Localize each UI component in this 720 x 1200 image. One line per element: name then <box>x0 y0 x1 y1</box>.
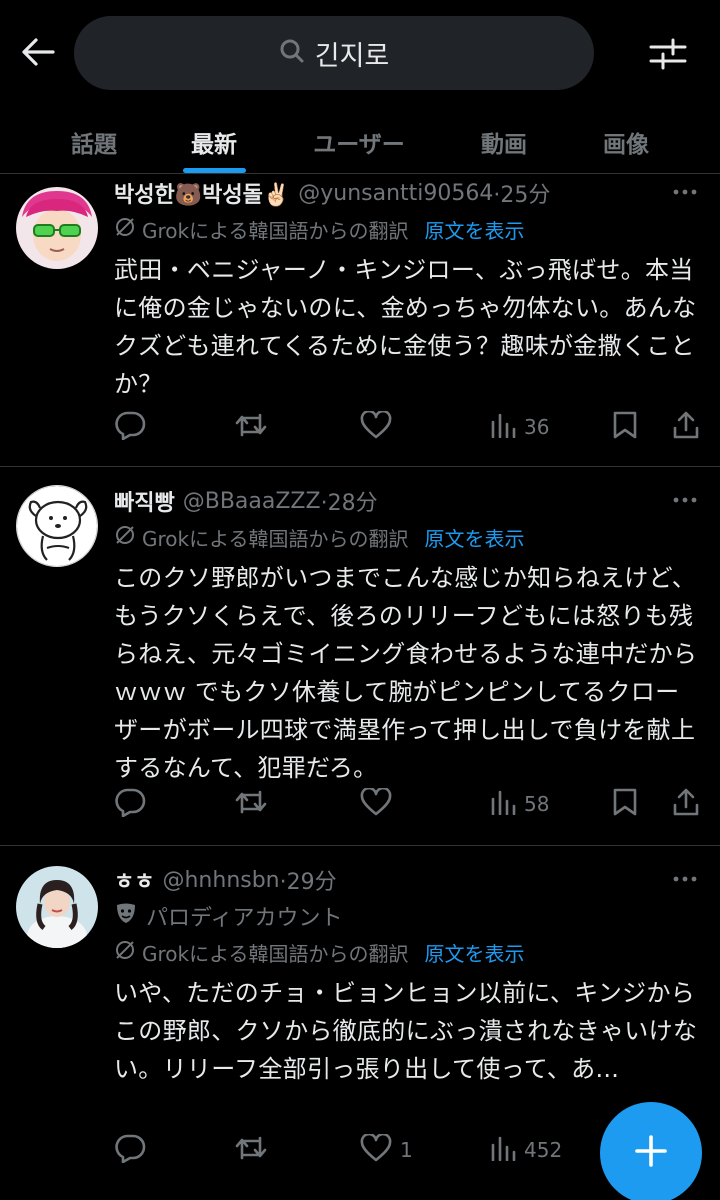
view-count: 36 <box>524 415 550 439</box>
tweet[interactable]: 박성한🐻박성돌✌🏻 @yunsantti90564 ·25分 Grokによる韓国… <box>0 175 720 467</box>
views-chart-icon <box>490 789 516 820</box>
display-name[interactable]: ㅎㅎ <box>114 864 154 896</box>
top-bar: 긴지로 <box>0 0 720 110</box>
repost-icon <box>234 788 268 821</box>
tweet-time: ·25分 <box>493 183 551 208</box>
tweet-time: ·29分 <box>279 870 337 895</box>
translation-notice: Grokによる韓国語からの翻訳 原文を表示 <box>114 934 700 970</box>
repost-icon <box>234 411 268 444</box>
tab-users[interactable]: ユーザー <box>290 110 428 174</box>
search-icon <box>279 38 305 68</box>
like-button[interactable] <box>360 407 400 447</box>
views-chart-icon <box>490 1135 516 1166</box>
like-button[interactable] <box>360 784 400 824</box>
bookmark-icon <box>612 787 638 822</box>
more-options-icon[interactable] <box>670 485 700 515</box>
tab-latest[interactable]: 最新 <box>160 110 268 174</box>
repost-button[interactable] <box>234 407 268 447</box>
show-original-link[interactable]: 原文を表示 <box>425 215 525 244</box>
translation-label: Grokによる韓国語からの翻訳 <box>142 218 409 243</box>
translation-label: Grokによる韓国語からの翻訳 <box>142 941 409 966</box>
share-button[interactable] <box>672 407 700 447</box>
repost-button[interactable] <box>234 1130 268 1170</box>
active-tab-indicator <box>183 168 246 173</box>
show-original-link[interactable]: 原文を表示 <box>425 938 525 967</box>
views-button[interactable]: 58 <box>490 784 549 824</box>
compose-button[interactable] <box>600 1102 702 1200</box>
like-count: 1 <box>400 1138 413 1162</box>
reply-icon <box>114 410 146 445</box>
bookmark-button[interactable] <box>612 784 638 824</box>
tweet-header: 박성한🐻박성돌✌🏻 @yunsantti90564 ·25分 <box>114 175 700 211</box>
tweet-actions: 58 <box>114 784 700 824</box>
search-input[interactable]: 긴지로 <box>74 16 594 90</box>
parody-label: パロディアカウント <box>114 898 700 934</box>
tweet-text: このクソ野郎がいつまでこんな感じか知らねえけど、もうクソくらえで、後ろのリリーフ… <box>114 564 698 782</box>
share-icon <box>672 787 700 822</box>
bookmark-icon <box>612 410 638 445</box>
grok-icon <box>114 216 136 243</box>
filter-sliders-icon[interactable] <box>644 30 692 78</box>
translation-notice: Grokによる韓国語からの翻訳 原文を表示 <box>114 519 700 555</box>
display-name[interactable]: 박성한🐻박성돌✌🏻 <box>114 177 290 209</box>
heart-icon <box>360 1132 392 1167</box>
reply-icon <box>114 1133 146 1168</box>
view-count: 452 <box>524 1138 563 1162</box>
more-options-icon[interactable] <box>670 864 700 894</box>
back-arrow-icon[interactable] <box>16 30 60 74</box>
reply-button[interactable] <box>114 407 146 447</box>
tweet-text: 武田・ベニジャーノ・キンジロー、ぶっ飛ばせ。本当に俺の金じゃないのに、金めっちゃ… <box>114 256 697 398</box>
grok-icon <box>114 524 136 551</box>
theater-mask-icon <box>114 901 138 931</box>
more-options-icon[interactable] <box>670 177 700 207</box>
show-original-link[interactable]: 原文を表示 <box>425 523 525 552</box>
parody-account-label: パロディアカウント <box>146 906 343 931</box>
repost-icon <box>234 1134 268 1167</box>
avatar[interactable] <box>16 866 98 948</box>
like-button[interactable]: 1 <box>360 1130 413 1170</box>
translation-label: Grokによる韓国語からの翻訳 <box>142 526 409 551</box>
tab-images[interactable]: 画像 <box>572 110 680 174</box>
plus-icon <box>633 1133 669 1173</box>
tweet-text: いや、ただのチョ・ビョンヒョン以前に、キンジからこの野郎、クソから徹底的にぶっ潰… <box>114 979 698 1083</box>
display-name[interactable]: 빠직빵 <box>114 485 175 517</box>
reply-button[interactable] <box>114 784 146 824</box>
avatar[interactable] <box>16 187 98 269</box>
views-chart-icon <box>490 412 516 443</box>
tweet-header: ㅎㅎ @hnhnsbn ·29分 <box>114 862 700 898</box>
bookmark-button[interactable] <box>612 407 638 447</box>
reply-button[interactable] <box>114 1130 146 1170</box>
view-count: 58 <box>524 792 550 816</box>
tweet-time: ·28分 <box>320 491 378 516</box>
tweet-actions: 36 <box>114 407 700 447</box>
views-button[interactable]: 36 <box>490 407 549 447</box>
user-handle[interactable]: @yunsantti90564 <box>298 181 493 206</box>
tab-videos[interactable]: 動画 <box>450 110 558 174</box>
tweet-header: 빠직빵 @BBaaaZZZ ·28分 <box>114 483 700 519</box>
views-button[interactable]: 452 <box>490 1130 562 1170</box>
user-handle[interactable]: @BBaaaZZZ <box>183 489 321 514</box>
heart-icon <box>360 409 392 444</box>
reply-icon <box>114 787 146 822</box>
search-tabs: 話題 最新 ユーザー 動画 画像 <box>0 110 720 174</box>
avatar[interactable] <box>16 485 98 567</box>
share-icon <box>672 410 700 445</box>
tab-trending[interactable]: 話題 <box>40 110 148 174</box>
share-button[interactable] <box>672 784 700 824</box>
repost-button[interactable] <box>234 784 268 824</box>
heart-icon <box>360 786 392 821</box>
tweet[interactable]: 빠직빵 @BBaaaZZZ ·28分 Grokによる韓国語からの翻訳 原文を表示… <box>0 467 720 846</box>
grok-icon <box>114 939 136 966</box>
user-handle[interactable]: @hnhnsbn <box>162 868 279 893</box>
search-query: 긴지로 <box>314 40 390 72</box>
translation-notice: Grokによる韓国語からの翻訳 原文を表示 <box>114 211 700 247</box>
